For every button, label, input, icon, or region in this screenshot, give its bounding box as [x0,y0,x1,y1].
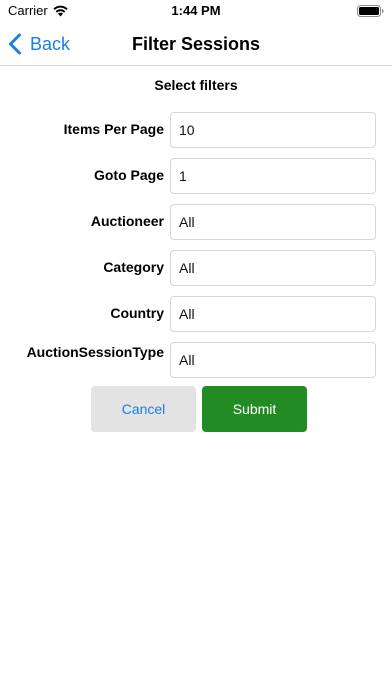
goto-page-row: Goto Page [0,158,392,194]
country-select[interactable]: All [170,296,376,332]
auction-session-type-label: AuctionSessionType [26,344,164,360]
status-time: 1:44 PM [171,3,221,18]
page-title: Filter Sessions [131,34,261,54]
items-per-page-label: Items Per Page [63,121,164,137]
section-title: Select filters [154,77,238,93]
country-row: Country All [0,296,392,332]
goto-page-label: Goto Page [93,167,164,183]
category-row: Category All [0,250,392,286]
battery-icon [357,5,384,17]
cancel-button[interactable]: Cancel [91,386,196,432]
goto-page-input[interactable] [170,158,376,194]
navigation-bar: Back Filter Sessions [0,22,392,66]
auctioneer-label: Auctioneer [90,213,164,229]
items-per-page-row: Items Per Page [0,112,392,148]
category-label: Category [103,259,164,275]
category-select[interactable]: All [170,250,376,286]
auction-session-type-select[interactable]: All [170,342,376,378]
status-bar: Carrier 1:44 PM [0,0,392,22]
country-label: Country [110,305,164,321]
auction-session-type-row: AuctionSessionType All [0,342,392,378]
items-per-page-input[interactable] [170,112,376,148]
auctioneer-row: Auctioneer All [0,204,392,240]
auctioneer-select[interactable]: All [170,204,376,240]
submit-button[interactable]: Submit [202,386,307,432]
